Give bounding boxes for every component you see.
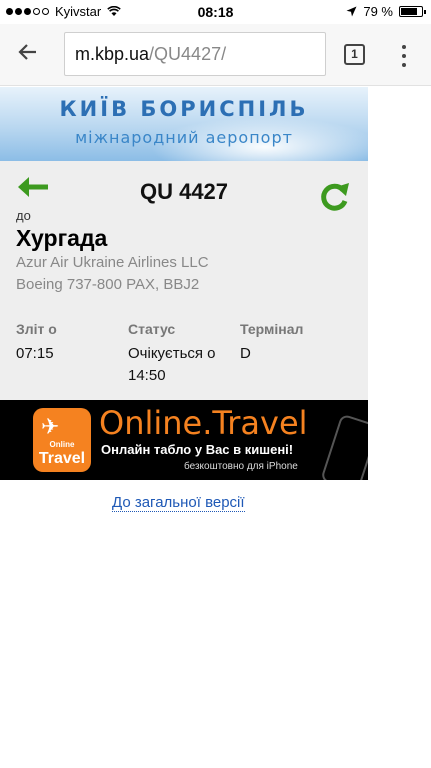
- full-version-link[interactable]: До загальної версії: [112, 494, 245, 512]
- phone-illustration: [320, 413, 368, 480]
- online-travel-logo: ✈ Online Travel: [33, 408, 91, 472]
- logo-text-bottom: Travel: [38, 450, 86, 467]
- tab-switcher-button[interactable]: 1: [344, 44, 365, 65]
- departure-column: Зліт о 07:15: [16, 321, 116, 365]
- online-travel-ad[interactable]: ✈ Online Travel Online.Travel Онлайн таб…: [0, 400, 368, 480]
- status-value: Очікується о: [128, 345, 216, 362]
- flight-card: QU 4427 до Хургада Azur Air Ukraine Airl…: [0, 161, 368, 400]
- terminal-column: Термінал D: [240, 321, 350, 365]
- status-time: 14:50: [128, 367, 166, 384]
- terminal-value: D: [240, 345, 251, 362]
- terminal-label: Термінал: [240, 321, 304, 337]
- airport-banner[interactable]: КИЇВ БОРИСПІЛЬ міжнародний аеропорт: [0, 87, 368, 161]
- status-bar: Kyivstar 08:18 79 %: [0, 0, 431, 24]
- back-button[interactable]: [16, 40, 46, 70]
- battery-percent: 79 %: [363, 4, 393, 19]
- back-arrow-icon: [18, 44, 36, 60]
- destination-prefix: до: [16, 208, 31, 223]
- address-bar[interactable]: m.kbp.ua/QU4427/: [64, 32, 326, 76]
- status-column: Статус Очікується о 14:50: [128, 321, 238, 387]
- ad-title: Online.Travel: [99, 404, 308, 442]
- departure-time: 07:15: [16, 345, 54, 362]
- browser-toolbar: m.kbp.ua/QU4427/ 1: [0, 24, 431, 86]
- refresh-icon[interactable]: [316, 179, 352, 215]
- aircraft-type: Boeing 737-800 PAX, BBJ2: [16, 276, 200, 293]
- status-right: 79 %: [346, 4, 426, 19]
- logo-text-top: Online: [49, 440, 75, 449]
- battery-icon: [399, 6, 426, 17]
- location-arrow-icon: [346, 6, 357, 17]
- status-label: Статус: [128, 321, 176, 337]
- banner-title: КИЇВ БОРИСПІЛЬ: [59, 97, 309, 121]
- airplane-icon: ✈: [41, 414, 60, 439]
- ad-tagline: Онлайн табло у Вас в кишені!: [101, 442, 294, 457]
- banner-subtitle: міжнародний аеропорт: [75, 128, 293, 147]
- destination-city: Хургада: [16, 225, 108, 251]
- flight-number: QU 4427: [139, 179, 229, 204]
- departure-label: Зліт о: [16, 321, 57, 337]
- ad-subline: безкоштовно для iPhone: [184, 461, 298, 472]
- url-host: m.kbp.ua: [75, 43, 150, 64]
- url-path: /QU4427/: [149, 43, 227, 64]
- more-menu-button[interactable]: [394, 44, 414, 68]
- airline-name: Azur Air Ukraine Airlines LLC: [16, 254, 209, 271]
